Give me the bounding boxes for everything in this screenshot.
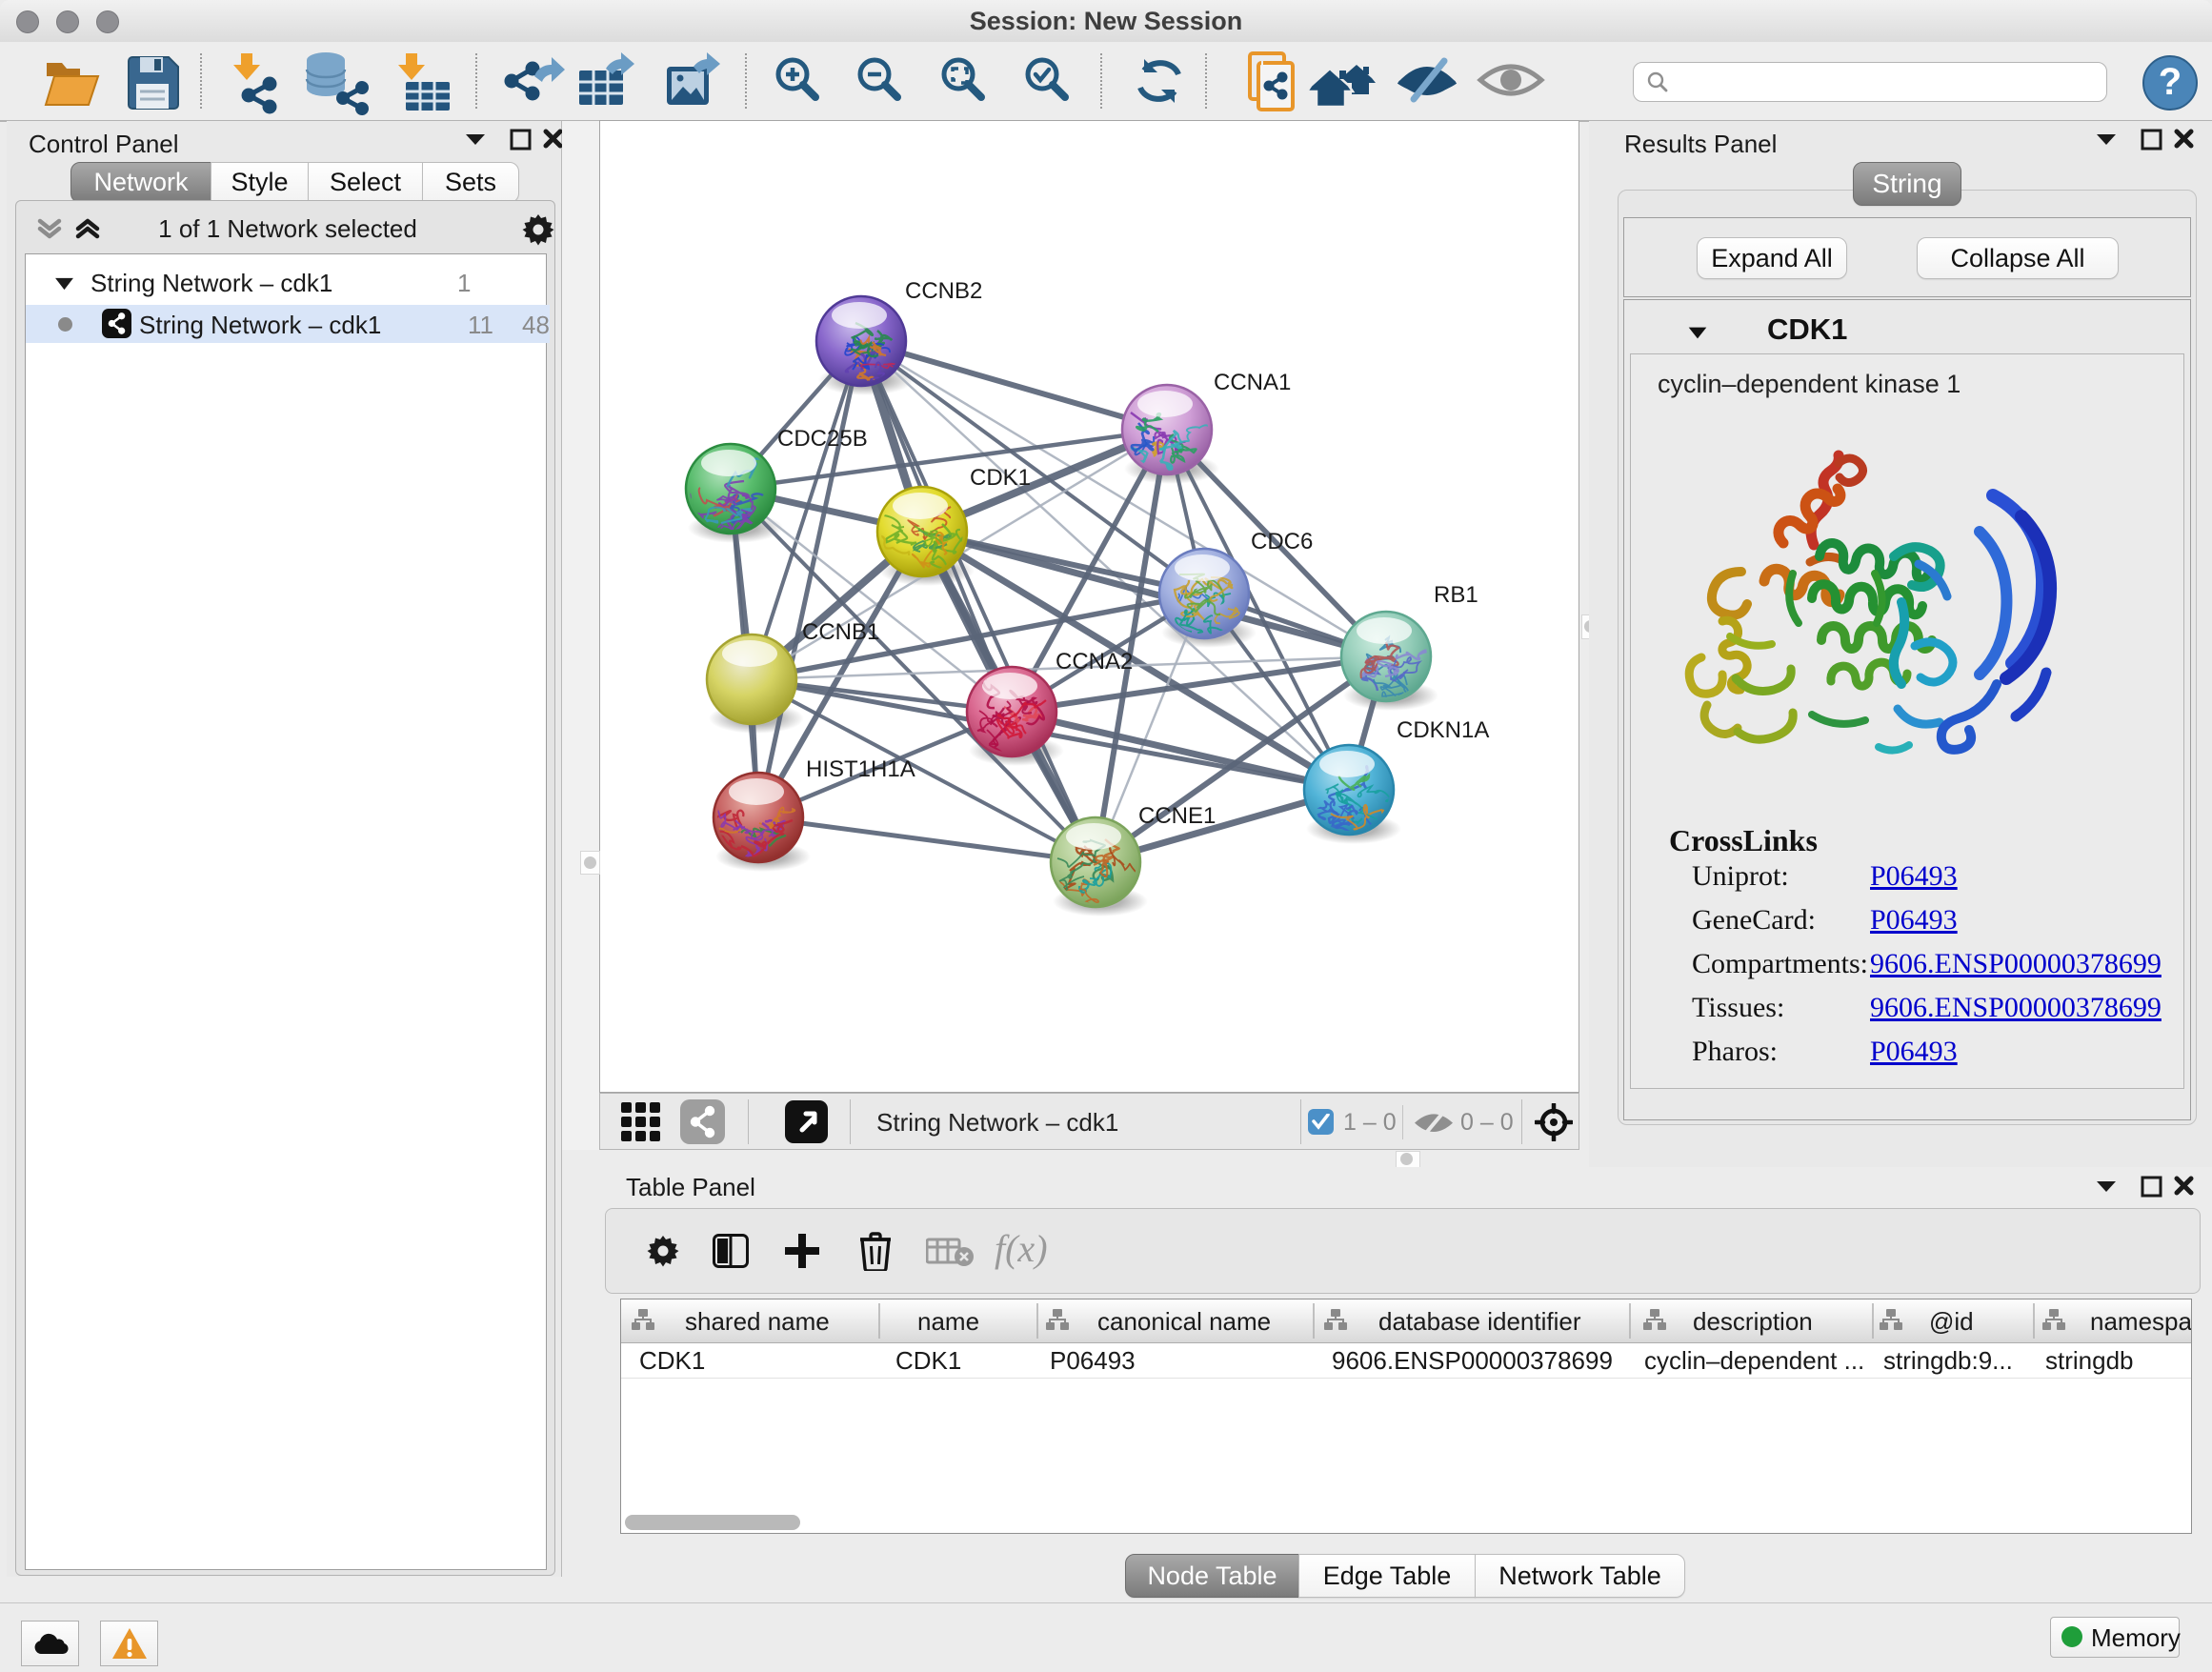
svg-text:canonical name: canonical name: [1097, 1307, 1271, 1336]
svg-text:namespac: namespac: [2090, 1307, 2191, 1336]
svg-text:shared name: shared name: [685, 1307, 830, 1336]
svg-text:database identifier: database identifier: [1378, 1307, 1581, 1336]
svg-text:CDC25B: CDC25B: [777, 426, 868, 452]
svg-text:CDKN1A: CDKN1A: [1397, 717, 1489, 743]
svg-text:CDK1: CDK1: [970, 465, 1031, 491]
svg-text:description: description: [1693, 1307, 1813, 1336]
svg-text:CCNA2: CCNA2: [1056, 649, 1133, 675]
svg-text:CCNB2: CCNB2: [905, 278, 982, 304]
svg-text:RB1: RB1: [1434, 582, 1478, 608]
svg-text:HIST1H1A: HIST1H1A: [806, 756, 915, 782]
svg-text:name: name: [917, 1307, 979, 1336]
svg-text:CCNB1: CCNB1: [802, 619, 879, 645]
svg-text:CCNA1: CCNA1: [1214, 370, 1291, 395]
svg-text:CCNE1: CCNE1: [1138, 803, 1216, 829]
svg-text:CDC6: CDC6: [1251, 529, 1313, 554]
svg-text:@id: @id: [1929, 1307, 1974, 1336]
